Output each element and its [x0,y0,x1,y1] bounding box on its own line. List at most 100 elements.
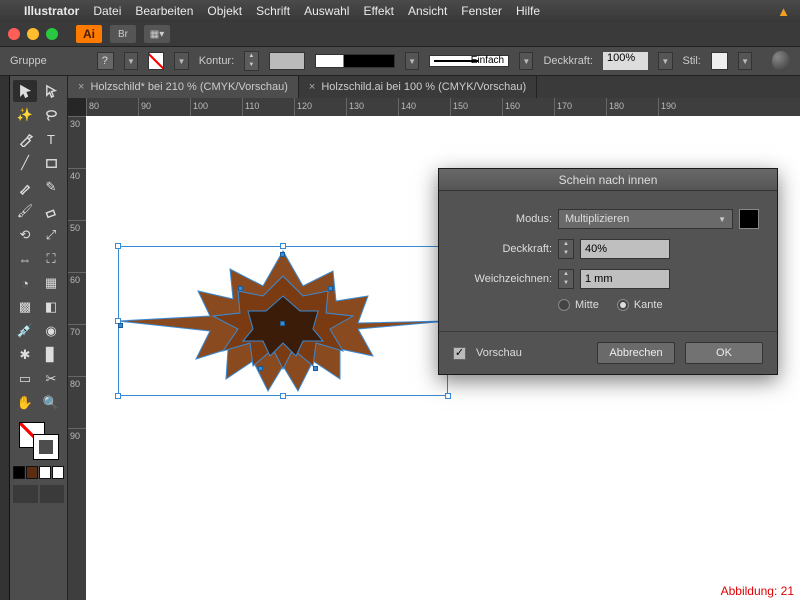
radio-edge[interactable]: Kante [617,299,663,311]
paintbrush-tool[interactable] [13,176,37,198]
gradient-tool[interactable]: ◧ [39,296,63,318]
swatch-black[interactable] [13,466,25,479]
menu-bearbeiten[interactable]: Bearbeiten [135,4,193,18]
menu-datei[interactable]: Datei [93,4,121,18]
free-transform-tool[interactable]: ⛶ [39,248,63,270]
anchor-point[interactable] [238,286,243,291]
width-tool[interactable]: ⇔ [13,248,37,270]
app-name[interactable]: Illustrator [24,4,79,18]
lasso-tool[interactable] [39,104,63,126]
graph-tool[interactable]: ▊ [39,344,63,366]
radio-center[interactable]: Mitte [558,299,599,311]
variable-profile[interactable] [315,54,395,68]
stroke-weight-stepper[interactable]: ▲▼ [244,51,258,71]
variable-profile-dd[interactable]: ▼ [405,52,419,70]
menu-effekt[interactable]: Effekt [363,4,393,18]
stroke-swatch[interactable] [33,434,59,460]
pencil-tool[interactable]: ✎ [39,176,63,198]
window-maximize-icon[interactable] [46,28,58,40]
bridge-button[interactable]: Br [110,25,136,43]
stroke-dropdown[interactable]: ▼ [174,52,188,70]
scale-tool[interactable]: ⤢ [39,224,63,246]
slice-tool[interactable]: ✂ [39,368,63,390]
anchor-point[interactable] [258,366,263,371]
handle-sw[interactable] [115,393,121,399]
graphic-style-dd[interactable]: ▼ [738,52,752,70]
pen-tool[interactable] [13,128,37,150]
swatch-white[interactable] [39,466,51,479]
magic-wand-tool[interactable]: ✨ [13,104,37,126]
blend-tool[interactable]: ◉ [39,320,63,342]
opacity-stepper[interactable]: ▲▼ [558,239,574,259]
mesh-tool[interactable]: ▩ [13,296,37,318]
perspective-grid-tool[interactable]: ▦ [39,272,63,294]
menu-ansicht[interactable]: Ansicht [408,4,447,18]
cancel-button[interactable]: Abbrechen [597,342,675,364]
screen-mode-full[interactable] [40,485,65,503]
notification-icon[interactable]: ▲ [777,4,790,19]
handle-s[interactable] [280,393,286,399]
hand-tool[interactable]: ✋ [13,392,37,414]
ruler-horizontal: 8090100110120130140150160170180190 [86,98,800,116]
opacity-input[interactable]: 100% [603,52,648,70]
window-titlebar: Ai Br ▦▾ [0,22,800,46]
fill-unknown[interactable]: ? [97,52,114,70]
anchor-point[interactable] [280,252,285,257]
window-minimize-icon[interactable] [27,28,39,40]
graphic-style-swatch[interactable] [711,52,728,70]
handle-nw[interactable] [115,243,121,249]
anchor-point[interactable] [328,286,333,291]
color-swatch-row [13,466,64,479]
opacity-value-input[interactable]: 40% [580,239,670,259]
artboard-tool[interactable]: ▭ [13,368,37,390]
anchor-point[interactable] [313,366,318,371]
window-close-icon[interactable] [8,28,20,40]
menu-fenster[interactable]: Fenster [461,4,502,18]
swatch-none[interactable] [52,466,64,479]
eraser-tool[interactable] [39,200,63,222]
selection-tool[interactable] [13,80,37,102]
panel-collapsed-left[interactable] [0,76,10,600]
shape-builder-tool[interactable]: ◔ [13,272,37,294]
swatch-brown[interactable] [26,466,38,479]
doc-setup-icon[interactable] [772,51,790,71]
close-tab-icon[interactable]: × [309,81,315,93]
blob-brush-tool[interactable]: 🖌 [13,200,37,222]
menu-hilfe[interactable]: Hilfe [516,4,540,18]
blur-value-input[interactable]: 1 mm [580,269,670,289]
blur-stepper[interactable]: ▲▼ [558,269,574,289]
rectangle-tool[interactable] [39,152,63,174]
opacity-dd[interactable]: ▼ [658,52,672,70]
mode-dropdown[interactable]: Multiplizieren▼ [558,209,733,229]
screen-mode-normal[interactable] [13,485,38,503]
menu-auswahl[interactable]: Auswahl [304,4,349,18]
anchor-point[interactable] [280,321,285,326]
fill-stroke-control[interactable] [13,420,64,460]
rotate-tool[interactable]: ⟲ [13,224,37,246]
brush-definition[interactable]: Einfach [429,55,509,67]
preview-checkbox[interactable]: ✓ [453,347,466,360]
line-tool[interactable]: ╱ [13,152,37,174]
menu-objekt[interactable]: Objekt [207,4,242,18]
zoom-tool[interactable]: 🔍 [39,392,63,414]
handle-n[interactable] [280,243,286,249]
menu-schrift[interactable]: Schrift [256,4,290,18]
close-tab-icon[interactable]: × [78,81,84,93]
eyedropper-tool[interactable]: 💉 [13,320,37,342]
document-tab-2[interactable]: ×Holzschild.ai bei 100 % (CMYK/Vorschau) [299,76,537,98]
anchor-point[interactable] [118,323,123,328]
document-tab-1[interactable]: ×Holzschild* bei 210 % (CMYK/Vorschau) [68,76,299,98]
stroke-none-icon[interactable] [148,52,164,70]
handle-se[interactable] [445,393,451,399]
glow-color-swatch[interactable] [739,209,759,229]
ok-button[interactable]: OK [685,342,763,364]
direct-selection-tool[interactable] [39,80,63,102]
app-badge: Ai [76,25,102,43]
type-tool[interactable]: T [39,128,63,150]
arrange-documents-button[interactable]: ▦▾ [144,25,170,43]
symbol-sprayer-tool[interactable]: ✱ [13,344,37,366]
stroke-weight-input[interactable] [269,52,306,70]
brush-dd[interactable]: ▼ [519,52,533,70]
selected-artwork[interactable] [118,246,448,396]
fill-dropdown[interactable]: ▼ [124,52,138,70]
